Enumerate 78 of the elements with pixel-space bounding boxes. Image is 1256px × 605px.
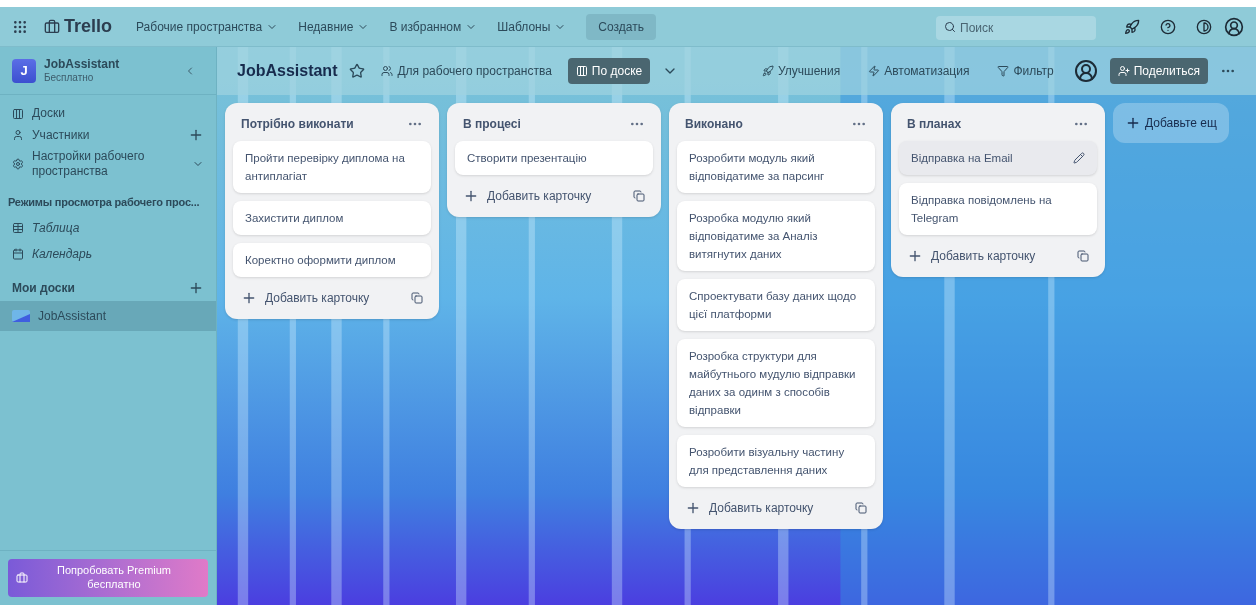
nav-menu[interactable]: Шаблоны [489, 17, 575, 36]
rocket-icon[interactable] [1124, 18, 1140, 35]
task-card[interactable]: Захистити диплом [233, 201, 431, 235]
add-card-button[interactable]: Добавить карточку [463, 187, 592, 205]
sidebar-item-icon [12, 158, 24, 170]
add-user-icon [1117, 65, 1130, 77]
plus-icon [685, 500, 701, 516]
list-title: Потрібно виконати [241, 116, 354, 133]
help-icon[interactable] [1160, 18, 1176, 35]
star-icon[interactable] [349, 63, 366, 79]
board-item[interactable]: JobAssistant [0, 300, 216, 331]
section-heading: Режимы просмотра рабочего прос... [7, 195, 201, 210]
template-icon[interactable] [855, 502, 867, 514]
nav-menu[interactable]: Недавние [290, 17, 378, 36]
nav-menu[interactable]: Рабочие пространства [128, 17, 287, 36]
task-card[interactable]: Відправка повідомлень на Telegram [899, 183, 1097, 235]
avatar-icon[interactable] [1224, 16, 1244, 37]
section-heading: Мои доски [12, 279, 75, 297]
people-icon [381, 65, 394, 77]
list-title: В процесі [463, 116, 521, 133]
list-title: Виконано [685, 116, 743, 133]
workspace-name: JobAssistant [44, 56, 120, 72]
workspace-plan: Бесплатно [44, 71, 95, 85]
add-card-button[interactable]: Добавить карточку [685, 499, 814, 517]
bolt-icon [868, 65, 881, 77]
header-action[interactable]: Улучшения [753, 62, 849, 80]
template-icon[interactable] [411, 292, 423, 304]
add-card-button[interactable]: Добавить карточку [907, 247, 1036, 265]
header-action[interactable]: Автоматизация [860, 62, 978, 80]
sidebar-item[interactable]: Доски [0, 103, 216, 124]
list-title: В планах [907, 116, 962, 133]
search-icon [944, 20, 956, 33]
edit-icon[interactable] [1073, 152, 1085, 164]
apps-icon[interactable] [12, 18, 28, 35]
task-card[interactable]: Пройти перевірку диплома на антиплагіат [233, 141, 431, 193]
sidebar-item-icon [12, 107, 24, 120]
sidebar-item-icon [12, 129, 24, 141]
share-button[interactable]: Поделиться [1109, 58, 1208, 84]
plus-icon [241, 290, 257, 306]
workspace-avatar: J [12, 58, 36, 83]
nav-menu[interactable]: В избранном [381, 17, 486, 36]
add-list-button[interactable]: Добавьте ещ [1113, 103, 1229, 143]
rocket-icon [761, 65, 774, 77]
task-card[interactable]: Спроектувати базу даних щодо цієї платформи [677, 279, 875, 331]
plus-icon [1125, 115, 1141, 131]
search-field[interactable]: Поиск [936, 15, 1096, 40]
plus-icon [907, 248, 923, 264]
template-icon[interactable] [633, 190, 645, 202]
board-title: JobAssistant [237, 61, 338, 81]
task-card[interactable]: Коректно оформити диплом [233, 243, 431, 277]
task-card[interactable]: Відправка на Email [899, 141, 1097, 175]
view-button[interactable]: По доске [567, 58, 651, 84]
task-card[interactable]: Розробити візуальну частину для представлення даних [677, 435, 875, 487]
board-thumbnail-icon [12, 309, 30, 322]
sidebar-item[interactable]: Таблица [0, 214, 216, 241]
add-icon[interactable] [188, 127, 204, 143]
logo[interactable]: Trello [44, 13, 112, 40]
sidebar-item[interactable]: Участники [0, 124, 216, 146]
sidebar-item-icon [12, 247, 24, 260]
filter-icon [997, 65, 1010, 77]
visibility-button[interactable]: Для рабочего пространства [377, 62, 556, 80]
sidebar-item-icon [12, 221, 24, 234]
theme-icon[interactable] [1196, 18, 1212, 35]
task-card[interactable]: Розробка структури для майбутнього мудулю відправки даних за одинм з способів відправки [677, 339, 875, 427]
member-avatar-icon[interactable] [1073, 59, 1098, 83]
board-icon [575, 65, 588, 77]
header-action[interactable]: Фильтр [989, 62, 1062, 80]
task-card[interactable]: Створити презентацію [455, 141, 653, 175]
sidebar-item[interactable]: Настройки рабочего пространства [0, 146, 216, 182]
plus-icon [463, 188, 479, 204]
task-card[interactable]: Розробка модулю який відповідатиме за Аналіз витягнутих даних [677, 201, 875, 271]
premium-button[interactable]: Попробовать Premium бесплатно [8, 559, 208, 597]
add-card-button[interactable]: Добавить карточку [241, 289, 370, 307]
logo-text: Trello [64, 15, 112, 38]
task-card[interactable]: Розробити модуль який відповідатиме за парсинг [677, 141, 875, 193]
create-button[interactable]: Создать [586, 13, 656, 40]
template-icon[interactable] [1077, 250, 1089, 262]
sidebar-item[interactable]: Календарь [0, 240, 216, 267]
